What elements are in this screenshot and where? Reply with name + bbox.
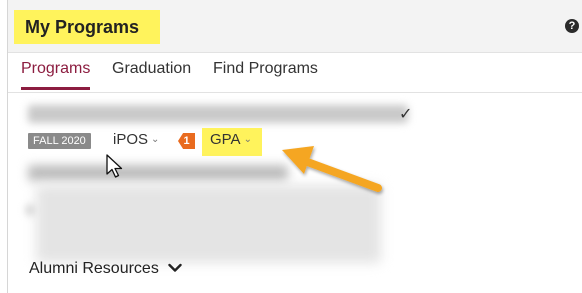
annotation-arrow-icon [282,146,382,192]
my-programs-card: My Programs ? Programs Graduation Find P… [7,0,582,293]
chevron-down-icon: ⌄ [151,134,160,145]
tab-graduation[interactable]: Graduation [112,60,191,87]
notification-count-badge[interactable]: 1 [178,133,195,149]
alumni-resources-toggle[interactable]: Alumni Resources [29,260,182,278]
page-title: My Programs [25,17,140,37]
tab-find-programs[interactable]: Find Programs [213,60,318,87]
redacted-program-name [28,105,408,123]
mouse-cursor-icon [106,154,123,178]
gpa-dropdown[interactable]: GPA ⌄ [210,131,252,148]
card-header: My Programs ? [8,0,582,53]
chevron-down-icon [168,263,182,272]
redacted-text-line [28,165,288,181]
tab-bar: Programs Graduation Find Programs [8,52,582,93]
help-icon[interactable]: ? [565,19,579,33]
chevron-down-icon: ⌄ [243,134,252,145]
ipos-label: iPOS [113,131,149,148]
check-icon[interactable]: ✓ [399,104,412,124]
redacted-marker [26,205,36,215]
alumni-resources-label: Alumni Resources [29,260,159,277]
ipos-dropdown[interactable]: iPOS ⌄ [113,131,159,148]
tab-programs[interactable]: Programs [21,60,91,90]
gpa-label: GPA [210,131,241,148]
term-badge: FALL 2020 [28,133,91,149]
